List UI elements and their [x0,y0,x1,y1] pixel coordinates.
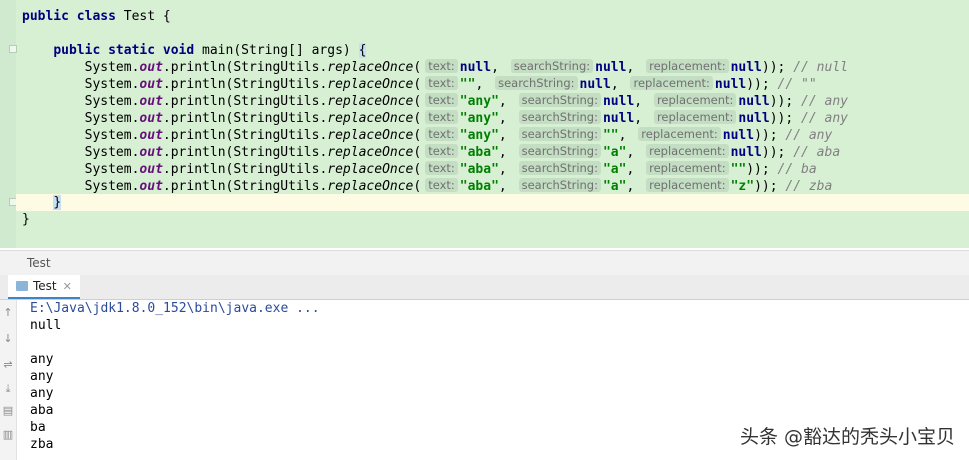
param-hint-text: text: [425,59,458,73]
param-hint-search: searchString: [495,76,578,90]
param-hint-text: text: [425,144,458,158]
code-line-replace-once-call: System.out.println(StringUtils.replaceOn… [84,76,817,92]
print-icon[interactable]: ▤ [2,404,14,417]
run-tool-window-header: Test ✕ [0,275,969,300]
code-line-class-decl: public class Test { [22,9,171,24]
param-hint-search: searchString: [518,110,601,124]
code-line-replace-once-call: System.out.println(StringUtils.replaceOn… [84,178,833,194]
code-line-close-method: } [22,194,62,211]
param-hint-search: searchString: [518,161,601,175]
param-hint-replacement: replacement: [646,59,729,73]
console-output-line: any [30,369,54,384]
param-hint-replacement: replacement: [646,161,729,175]
param-hint-replacement: replacement: [653,110,737,124]
console-output[interactable]: E:\Java\jdk1.8.0_152\bin\java.exe ... nu… [30,300,320,453]
param-hint-text: text: [425,127,458,141]
console-output-line: aba [30,403,54,418]
param-hint-text: text: [425,93,458,107]
param-hint-search: searchString: [518,127,601,141]
run-tab-label: Test [33,279,57,293]
code-line-replace-once-call: System.out.println(StringUtils.replaceOn… [84,93,848,109]
console-output-line: null [30,318,62,333]
console-output-line: any [30,386,54,401]
soft-wrap-icon[interactable]: ⇌ [2,358,14,371]
current-line-highlight [16,194,969,211]
arrow-up-icon[interactable]: ↑ [2,306,14,319]
watermark: 头条 @豁达的秃头小宝贝 [739,426,955,448]
run-config-icon [16,281,28,291]
console-output-line: zba [30,437,54,452]
param-hint-search: searchString: [518,93,601,107]
code-comment: // null [793,60,848,75]
param-hint-text: text: [425,161,458,175]
param-hint-text: text: [425,76,458,90]
run-toolbar: ↑ ↓ ⇌ ⤓ ▤ ▥ [0,300,17,460]
code-comment: // any [785,128,833,143]
param-hint-search: searchString: [510,59,594,73]
code-line-replace-once-call: System.out.println(StringUtils.replaceOn… [84,161,817,177]
code-editor[interactable]: public class Test { public static void m… [0,0,969,248]
console-output-line: ba [30,420,46,435]
param-hint-replacement: replacement: [638,127,721,141]
code-comment: // any [801,111,848,126]
console-output-line: any [30,352,54,367]
editor-gutter [0,0,16,248]
run-tab[interactable]: Test ✕ [8,275,80,299]
param-hint-text: text: [425,110,458,124]
param-hint-replacement: replacement: [653,93,737,107]
close-icon[interactable]: ✕ [63,280,72,293]
code-line-replace-once-call: System.out.println(StringUtils.replaceOn… [84,59,848,75]
matched-brace: } [53,195,62,210]
code-comment: // "" [777,77,817,92]
breadcrumb-label: Test [27,256,51,270]
arrow-down-icon[interactable]: ↓ [2,332,14,345]
param-hint-text: text: [425,178,458,192]
param-hint-search: searchString: [518,144,601,158]
scroll-to-end-icon[interactable]: ⤓ [2,382,14,396]
code-line-replace-once-call: System.out.println(StringUtils.replaceOn… [84,144,841,160]
code-line-main-decl: public static void main(String[] args) { [53,43,367,58]
code-line-replace-once-call: System.out.println(StringUtils.replaceOn… [84,110,848,126]
code-comment: // any [801,94,848,109]
matched-brace: { [358,43,367,58]
code-line-replace-once-call: System.out.println(StringUtils.replaceOn… [84,127,833,143]
console-command-line: E:\Java\jdk1.8.0_152\bin\java.exe ... [30,301,320,316]
breadcrumb-bar: Test [0,250,969,275]
code-comment: // aba [793,145,841,160]
param-hint-search: searchString: [518,178,601,192]
code-comment: // ba [777,162,817,177]
param-hint-replacement: replacement: [646,144,729,158]
code-comment: // zba [785,179,833,194]
fold-marker-icon[interactable] [9,45,17,53]
param-hint-replacement: replacement: [646,178,729,192]
param-hint-replacement: replacement: [630,76,713,90]
code-line-close-class: } [22,212,30,227]
trash-icon[interactable]: ▥ [2,428,14,441]
